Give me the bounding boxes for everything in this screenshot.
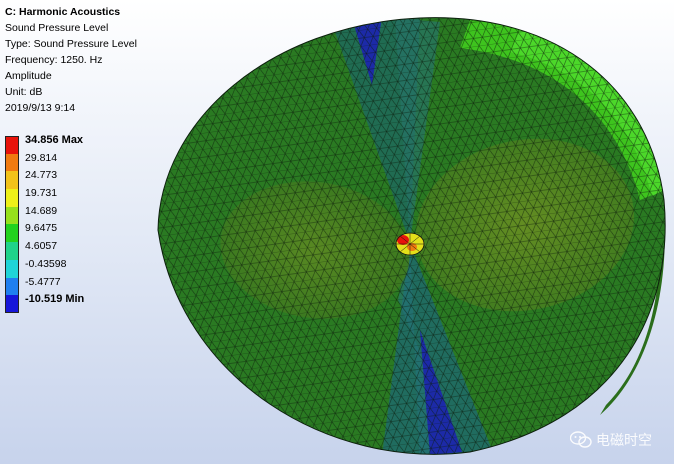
legend-swatch <box>5 259 19 278</box>
legend-swatch <box>5 295 19 313</box>
legend-number: 19.731 <box>25 187 58 200</box>
legend-value: 34.856 Max <box>25 134 83 146</box>
legend-swatch <box>5 189 19 207</box>
legend-swatch <box>5 136 19 154</box>
legend-swatch <box>5 277 19 296</box>
result-frequency: Frequency: 1250. Hz <box>5 54 103 66</box>
legend-number: 34.856 <box>25 134 59 146</box>
legend-value: 19.731 <box>25 187 57 199</box>
analysis-title: C: Harmonic Acoustics <box>5 6 121 18</box>
legend-suffix: Max <box>61 134 84 146</box>
legend-suffix: Min <box>65 293 85 306</box>
watermark-text: 电磁时空 <box>596 432 652 448</box>
legend-swatch <box>5 153 19 172</box>
result-unit: Unit: dB <box>5 86 43 98</box>
legend-value: 9.6475 <box>25 222 57 234</box>
result-type: Type: Sound Pressure Level <box>5 38 137 50</box>
result-amplitude: Amplitude <box>5 70 52 82</box>
legend-number: 24.773 <box>25 169 58 182</box>
result-name: Sound Pressure Level <box>5 22 109 34</box>
legend-number: 14.689 <box>25 204 58 217</box>
wechat-icon <box>570 431 592 448</box>
legend-value: -10.519 Min <box>25 293 84 305</box>
legend-value: 29.814 <box>25 152 57 164</box>
watermark: 电磁时空 <box>570 430 652 450</box>
legend-swatch <box>5 242 19 260</box>
result-timestamp: 2019/9/13 9:14 <box>5 102 76 114</box>
legend-number: 9.6475 <box>25 222 58 235</box>
legend-number: 29.814 <box>25 151 58 164</box>
legend-swatch <box>5 206 19 225</box>
legend-value: -0.43598 <box>25 258 66 270</box>
legend-number: 4.6057 <box>25 240 58 253</box>
legend-value: 4.6057 <box>25 240 57 252</box>
legend-number: -5.4777 <box>25 275 61 288</box>
legend-number: -0.43598 <box>25 257 67 270</box>
legend-value: 24.773 <box>25 169 57 181</box>
legend-number: -10.519 <box>25 293 63 306</box>
legend-swatch <box>5 224 19 243</box>
legend-value: -5.4777 <box>25 276 61 288</box>
max-hotspot <box>395 232 425 256</box>
legend-value: 14.689 <box>25 205 57 217</box>
result-info: C: Harmonic Acoustics Sound Pressure Lev… <box>5 4 137 116</box>
legend-swatch <box>5 171 19 190</box>
